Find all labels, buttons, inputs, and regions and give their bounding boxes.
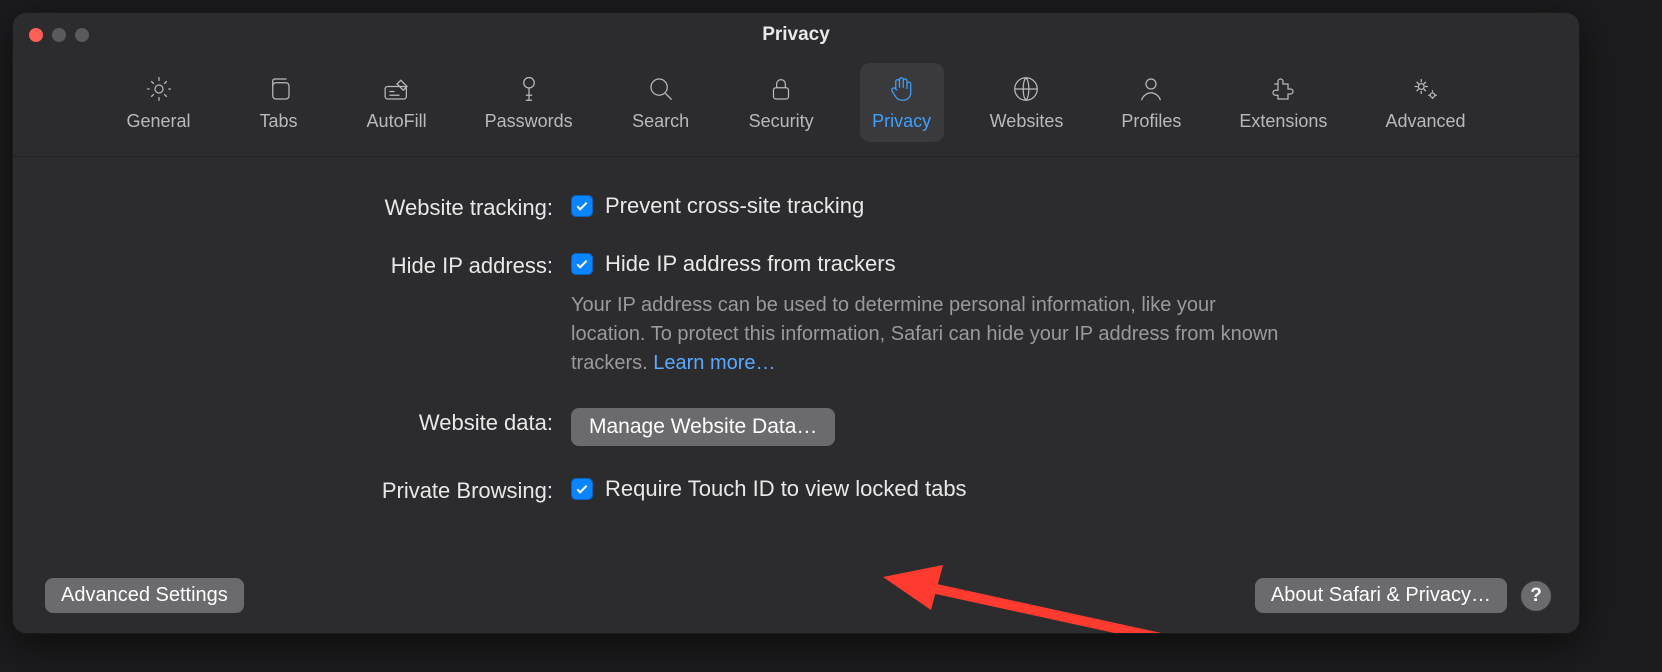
tab-label: Tabs xyxy=(260,111,298,132)
label-private-browsing: Private Browsing: xyxy=(53,476,553,504)
preferences-window: Privacy General Tabs AutoFill Passwords xyxy=(12,12,1580,634)
key-icon xyxy=(513,73,545,105)
tab-label: Privacy xyxy=(872,111,931,132)
tab-label: Websites xyxy=(990,111,1064,132)
label-website-tracking: Website tracking: xyxy=(53,193,553,221)
tab-label: Advanced xyxy=(1385,111,1465,132)
tab-label: Passwords xyxy=(485,111,573,132)
tabs-icon xyxy=(263,73,295,105)
tab-passwords[interactable]: Passwords xyxy=(473,63,585,142)
checkbox-label: Hide IP address from trackers xyxy=(605,251,896,277)
label-hide-ip: Hide IP address: xyxy=(53,251,553,279)
tab-extensions[interactable]: Extensions xyxy=(1227,63,1339,142)
row-hide-ip: Hide IP address: Hide IP address from tr… xyxy=(53,251,1539,378)
globe-icon xyxy=(1010,73,1042,105)
tab-autofill[interactable]: AutoFill xyxy=(355,63,439,142)
zoom-window-button[interactable] xyxy=(75,28,89,42)
tab-label: General xyxy=(127,111,191,132)
search-icon xyxy=(645,73,677,105)
tab-profiles[interactable]: Profiles xyxy=(1109,63,1193,142)
titlebar: Privacy xyxy=(13,13,1579,57)
footer: Advanced Settings About Safari & Privacy… xyxy=(13,578,1579,613)
tab-advanced[interactable]: Advanced xyxy=(1373,63,1477,142)
hide-ip-description: Your IP address can be used to determine… xyxy=(571,291,1291,378)
lock-icon xyxy=(765,73,797,105)
puzzle-icon xyxy=(1267,73,1299,105)
manage-website-data-button[interactable]: Manage Website Data… xyxy=(571,408,835,446)
hand-icon xyxy=(886,73,918,105)
tab-label: Profiles xyxy=(1121,111,1181,132)
checkbox-require-touch-id[interactable] xyxy=(571,478,593,500)
privacy-pane: Website tracking: Prevent cross-site tra… xyxy=(13,157,1579,504)
traffic-lights xyxy=(29,28,89,42)
tab-label: AutoFill xyxy=(367,111,427,132)
label-website-data: Website data: xyxy=(53,408,553,436)
close-window-button[interactable] xyxy=(29,28,43,42)
advanced-settings-button[interactable]: Advanced Settings xyxy=(45,578,244,613)
checkbox-hide-ip-from-trackers[interactable] xyxy=(571,253,593,275)
tab-search[interactable]: Search xyxy=(619,63,703,142)
gears-icon xyxy=(1409,73,1441,105)
tab-tabs[interactable]: Tabs xyxy=(237,63,321,142)
row-private-browsing: Private Browsing: Require Touch ID to vi… xyxy=(53,476,1539,504)
checkbox-label: Require Touch ID to view locked tabs xyxy=(605,476,967,502)
person-icon xyxy=(1135,73,1167,105)
checkbox-label: Prevent cross-site tracking xyxy=(605,193,864,219)
learn-more-link[interactable]: Learn more… xyxy=(653,352,775,374)
preferences-toolbar: General Tabs AutoFill Passwords Search xyxy=(13,57,1579,157)
help-button[interactable]: ? xyxy=(1521,581,1551,611)
tab-label: Extensions xyxy=(1239,111,1327,132)
tab-security[interactable]: Security xyxy=(737,63,826,142)
row-website-data: Website data: Manage Website Data… xyxy=(53,408,1539,446)
tab-label: Security xyxy=(749,111,814,132)
tab-websites[interactable]: Websites xyxy=(978,63,1076,142)
tab-label: Search xyxy=(632,111,689,132)
tab-general[interactable]: General xyxy=(115,63,203,142)
about-safari-privacy-button[interactable]: About Safari & Privacy… xyxy=(1255,578,1507,613)
window-title: Privacy xyxy=(762,24,830,46)
pencil-form-icon xyxy=(381,73,413,105)
gear-icon xyxy=(143,73,175,105)
row-website-tracking: Website tracking: Prevent cross-site tra… xyxy=(53,193,1539,221)
minimize-window-button[interactable] xyxy=(52,28,66,42)
tab-privacy[interactable]: Privacy xyxy=(860,63,944,142)
checkbox-prevent-cross-site-tracking[interactable] xyxy=(571,195,593,217)
